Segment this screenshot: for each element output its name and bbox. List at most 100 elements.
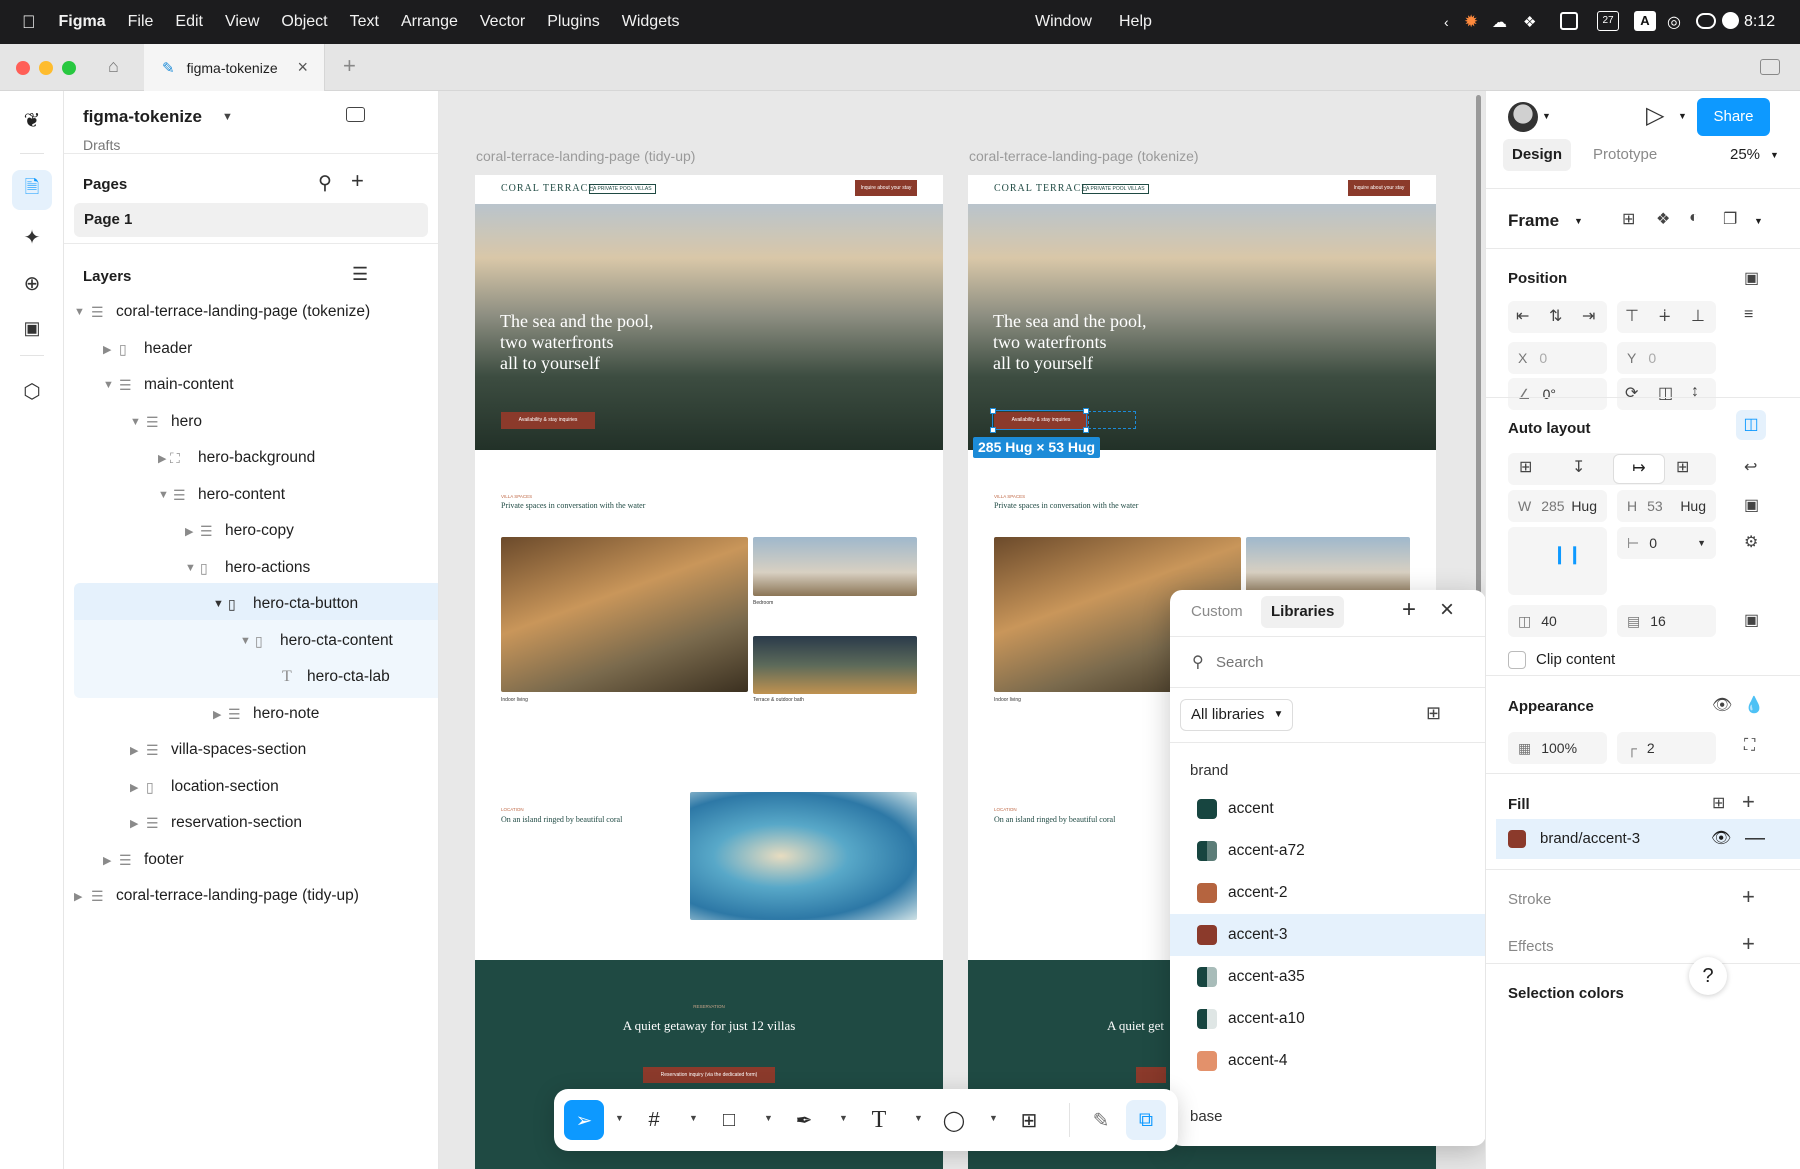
menu-object[interactable]: Object (270, 13, 338, 31)
wrap-icon[interactable]: ↩ (1744, 457, 1757, 477)
align-middle-icon[interactable]: ∔ (1658, 306, 1671, 326)
apple-icon[interactable]:  (22, 12, 36, 33)
frame-tidy-up[interactable]: CORAL TERRACE A PRIVATE POOL VILLAS Inqu… (475, 175, 943, 1169)
chevron-down-icon[interactable]: ▼ (839, 1113, 848, 1123)
search-icon[interactable]: ⚲ (318, 172, 332, 195)
swatch-accent-3[interactable]: accent-3 (1170, 914, 1486, 956)
file-location[interactable]: Drafts (83, 137, 120, 153)
home-icon[interactable]: ⌂ (108, 56, 119, 77)
tab-libraries[interactable]: Libraries (1261, 596, 1345, 628)
layout-wrap-icon[interactable]: ⊞ (1519, 457, 1532, 477)
close-window-button[interactable] (16, 61, 30, 75)
comment-tool-icon[interactable]: ◯ (934, 1100, 974, 1140)
y-field[interactable]: Y 0 (1617, 342, 1716, 374)
move-tool-icon[interactable]: ➢ (564, 1100, 604, 1140)
frame-type-label[interactable]: Frame (1508, 211, 1559, 231)
add-page-icon[interactable]: + (351, 168, 364, 194)
corner-radius-field[interactable]: ┌ 2 (1617, 732, 1716, 764)
fill-swatch[interactable] (1508, 830, 1526, 848)
library-filter-dropdown[interactable]: All libraries ▼ (1180, 699, 1294, 731)
search-input[interactable] (1216, 647, 1466, 677)
layout-horizontal-icon[interactable]: ↦ (1614, 455, 1664, 483)
layer-hero-cta-button[interactable]: ▼ ▯ hero-cta-button (74, 583, 438, 625)
pen-tool-icon[interactable]: ✒ (784, 1100, 824, 1140)
menu-arrange[interactable]: Arrange (390, 13, 469, 31)
new-tab-button[interactable]: + (343, 53, 356, 79)
plugins-add-icon[interactable]: ⊕ (12, 263, 52, 303)
frame-tool-icon[interactable]: # (634, 1100, 674, 1140)
x-field[interactable]: X 0 (1508, 342, 1607, 374)
eye-icon[interactable]: 👁 (1711, 828, 1731, 848)
add-effect-icon[interactable]: + (1742, 931, 1755, 957)
swatch-accent-4[interactable]: accent-4 (1170, 1040, 1486, 1082)
clock-text[interactable]: 8:12 (1744, 13, 1775, 31)
individual-padding-icon[interactable]: ▣ (1744, 610, 1759, 630)
component-icon[interactable]: ❖ (1656, 209, 1670, 229)
chevron-down-icon[interactable]: ▼ (989, 1113, 998, 1123)
menu-file[interactable]: File (117, 13, 165, 31)
frame-title-tokenize[interactable]: coral-terrace-landing-page (tokenize) (969, 148, 1199, 164)
swatch-accent-a72[interactable]: accent-a72 (1170, 830, 1486, 872)
padding-horizontal-field[interactable]: ◫ 40 (1508, 605, 1607, 637)
tab-design[interactable]: Design (1503, 139, 1572, 171)
close-icon[interactable]: × (1440, 596, 1454, 624)
align-bottom-icon[interactable]: ⊥ (1691, 306, 1705, 326)
selection-handle[interactable] (990, 408, 996, 414)
group-brand[interactable]: brand (1190, 762, 1228, 779)
design-mode-icon[interactable]: ⧉ (1126, 1100, 1166, 1140)
align-right-icon[interactable]: ⇥ (1582, 306, 1595, 326)
zoom-level[interactable]: 25% (1730, 146, 1760, 163)
dev-mode-icon[interactable]: ⬡ (12, 371, 52, 411)
menu-help[interactable]: Help (1108, 13, 1163, 31)
present-icon[interactable]: ▷ (1646, 101, 1664, 130)
claude-icon[interactable]: ✹ (1464, 12, 1478, 32)
chevron-down-icon[interactable]: ▼ (914, 1113, 923, 1123)
share-button[interactable]: Share (1697, 98, 1770, 136)
avatar[interactable] (1508, 102, 1538, 132)
chevron-down-icon[interactable]: ▼ (764, 1113, 773, 1123)
layer-filter-icon[interactable]: ☰ (352, 264, 368, 285)
tab-figma-tokenize[interactable]: ✎ figma-tokenize × (144, 44, 325, 91)
close-tab-icon[interactable]: × (297, 57, 308, 78)
more-align-icon[interactable]: ≡ (1744, 306, 1753, 324)
menu-window[interactable]: Window (1024, 13, 1103, 31)
layout-grid-icon[interactable]: ⊞ (1676, 457, 1689, 477)
cloud-icon[interactable]: ☁ (1492, 13, 1507, 31)
minimize-window-button[interactable] (39, 61, 53, 75)
resources-icon[interactable]: ▣ (12, 308, 52, 348)
selection-outline[interactable] (992, 410, 1087, 430)
draw-mode-icon[interactable]: ✎ (1081, 1100, 1121, 1140)
input-source-icon[interactable]: A (1634, 11, 1656, 31)
selection-handle[interactable] (990, 427, 996, 433)
chevron-down-icon[interactable]: ▼ (689, 1113, 698, 1123)
layer-villa-spaces-section[interactable]: ▶ ☰ villa-spaces-section (64, 729, 438, 771)
swatch-accent-a35[interactable]: accent-a35 (1170, 956, 1486, 998)
text-tool-icon[interactable]: T (859, 1100, 899, 1140)
figma-menu-icon[interactable]: ❦ (12, 100, 52, 140)
file-pages-icon[interactable]: 🗎 (12, 170, 52, 210)
grid-view-icon[interactable]: ⊞ (1426, 703, 1441, 724)
padding-vertical-field[interactable]: ▤ 16 (1617, 605, 1716, 637)
layout-vertical-icon[interactable]: ↧ (1572, 457, 1585, 477)
sidebar-toggle-icon[interactable] (1560, 12, 1578, 30)
align-left-icon[interactable]: ⇤ (1516, 306, 1529, 326)
add-stroke-icon[interactable]: + (1742, 884, 1755, 910)
calendar-icon[interactable]: 27 (1597, 11, 1619, 31)
menu-widgets[interactable]: Widgets (611, 13, 691, 31)
rectangle-tool-icon[interactable]: □ (709, 1100, 749, 1140)
chevron-down-icon[interactable]: ▼ (615, 1113, 624, 1123)
swatch-accent[interactable]: accent (1170, 788, 1486, 830)
rotate-icon[interactable]: ⟳ (1625, 383, 1638, 403)
layer-hero-cta-label[interactable]: T hero-cta-lab (74, 656, 438, 698)
boolean-icon[interactable]: ❐ (1723, 209, 1737, 229)
flip-vertical-icon[interactable]: ↕ (1691, 383, 1699, 401)
clip-content-checkbox[interactable] (1508, 651, 1526, 669)
fill-row[interactable]: brand/accent-3 👁 — (1496, 819, 1800, 859)
control-center-icon[interactable] (1696, 13, 1716, 29)
chevron-down-icon[interactable]: ▼ (1542, 111, 1551, 121)
frame-title-tidy-up[interactable]: coral-terrace-landing-page (tidy-up) (476, 148, 695, 164)
align-top-icon[interactable]: ⊤ (1625, 306, 1639, 326)
layer-coral-terrace-tokenize[interactable]: ▼ ☰ coral-terrace-landing-page (tokenize) (64, 291, 438, 333)
add-fill-icon[interactable]: + (1742, 789, 1755, 815)
tab-prototype[interactable]: Prototype (1593, 146, 1657, 163)
